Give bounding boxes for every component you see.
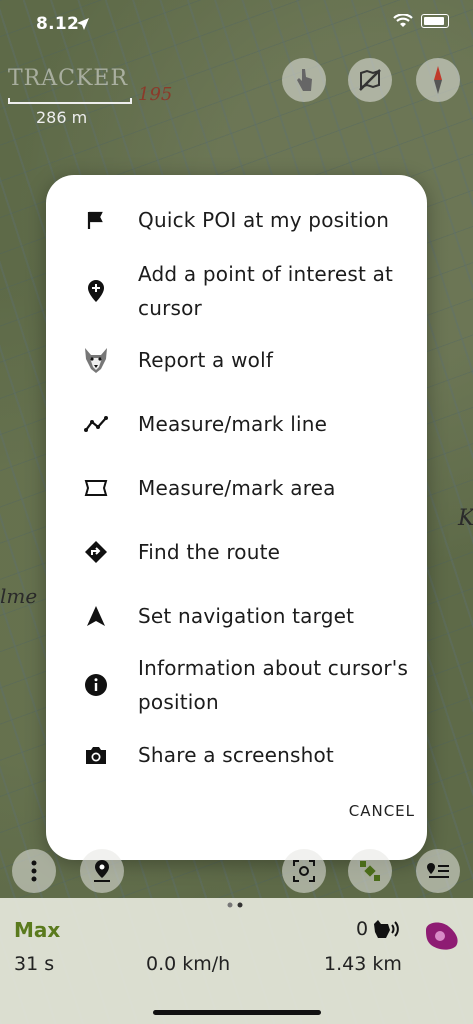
menu-item-report-wolf[interactable]: Report a wolf bbox=[46, 343, 427, 377]
menu-item-set-navigation-target[interactable]: Set navigation target bbox=[46, 599, 427, 633]
place-label-right: K bbox=[458, 506, 473, 531]
wifi-icon bbox=[393, 14, 413, 27]
place-label-left: lme bbox=[0, 584, 38, 608]
menu-item-label: Quick POI at my position bbox=[138, 208, 390, 232]
menu-item-label: Find the route bbox=[138, 540, 281, 564]
dog-name: Max bbox=[14, 918, 61, 942]
center-focus-icon bbox=[293, 860, 315, 882]
dog-bark-icon bbox=[374, 920, 399, 938]
menu-item-label: Information about cursor's position bbox=[138, 656, 409, 714]
menu-item-label: Measure/mark area bbox=[138, 476, 336, 500]
menu-item-quick-poi[interactable]: Quick POI at my position bbox=[46, 203, 427, 237]
map-photo-toggle-button[interactable] bbox=[348, 58, 392, 102]
more-options-button[interactable] bbox=[12, 849, 56, 893]
menu-item-share-screenshot[interactable]: Share a screenshot bbox=[46, 738, 427, 772]
menu-item-label: Add a point of interest at cursor bbox=[138, 262, 394, 320]
navigation-arrow-icon bbox=[84, 604, 108, 628]
gps-satellite-button[interactable] bbox=[348, 849, 392, 893]
menu-item-label: Measure/mark line bbox=[138, 412, 328, 436]
tracking-duration: 31 s bbox=[14, 953, 55, 975]
menu-item-find-route[interactable]: Find the route bbox=[46, 535, 427, 569]
hand-pointer-icon bbox=[297, 69, 312, 91]
menu-item-label: Report a wolf bbox=[138, 348, 274, 372]
tracking-distance: 1.43 km bbox=[324, 953, 402, 975]
status-icons bbox=[393, 14, 449, 28]
info-icon bbox=[84, 673, 108, 697]
menu-item-cursor-info[interactable]: Information about cursor's position bbox=[46, 651, 427, 719]
contour-label: 195 bbox=[138, 84, 173, 105]
menu-item-measure-area[interactable]: Measure/mark area bbox=[46, 471, 427, 505]
area-shape-icon bbox=[84, 476, 108, 500]
directions-icon bbox=[84, 540, 108, 564]
map-camera-off-icon bbox=[359, 69, 381, 91]
scale-bar bbox=[8, 98, 132, 104]
my-location-pin-button[interactable] bbox=[80, 849, 124, 893]
status-time: 8.12 bbox=[36, 14, 80, 34]
touch-mode-button[interactable] bbox=[282, 58, 326, 102]
menu-item-label: Set navigation target bbox=[138, 604, 355, 628]
bark-count: 0 bbox=[356, 918, 369, 940]
wolf-icon bbox=[80, 344, 112, 376]
dog-collar-marker-icon bbox=[426, 922, 458, 950]
menu-item-label: Share a screenshot bbox=[138, 743, 334, 767]
page-indicator-dots bbox=[227, 902, 243, 908]
tracker-logo: TRACKER bbox=[8, 66, 129, 91]
context-menu-dialog: Quick POI at my position Add a point of … bbox=[46, 175, 427, 860]
focus-button[interactable] bbox=[282, 849, 326, 893]
status-bar: 8.12 bbox=[0, 0, 473, 50]
scale-label: 286 m bbox=[36, 108, 88, 127]
cancel-button[interactable]: CANCEL bbox=[349, 802, 415, 820]
compass-button[interactable] bbox=[416, 58, 460, 102]
tracking-info-panel[interactable]: Max 0 31 s 0.0 km/h 1.43 km bbox=[0, 898, 473, 1024]
polyline-icon bbox=[84, 412, 108, 436]
track-list-button[interactable] bbox=[416, 849, 460, 893]
menu-item-measure-line[interactable]: Measure/mark line bbox=[46, 407, 427, 441]
battery-icon bbox=[421, 14, 449, 28]
location-pin-icon bbox=[94, 860, 110, 882]
flag-icon bbox=[84, 208, 108, 232]
tracking-speed: 0.0 km/h bbox=[146, 953, 231, 975]
menu-item-add-poi-at-cursor[interactable]: Add a point of interest at cursor bbox=[46, 257, 427, 325]
compass-icon bbox=[434, 66, 442, 94]
camera-icon bbox=[84, 743, 108, 767]
home-indicator[interactable] bbox=[153, 1010, 321, 1015]
location-arrow-icon bbox=[77, 18, 89, 30]
more-vertical-icon bbox=[31, 860, 37, 882]
list-pin-icon bbox=[427, 863, 449, 878]
add-location-pin-icon bbox=[84, 279, 108, 303]
satellite-icon bbox=[360, 861, 380, 881]
